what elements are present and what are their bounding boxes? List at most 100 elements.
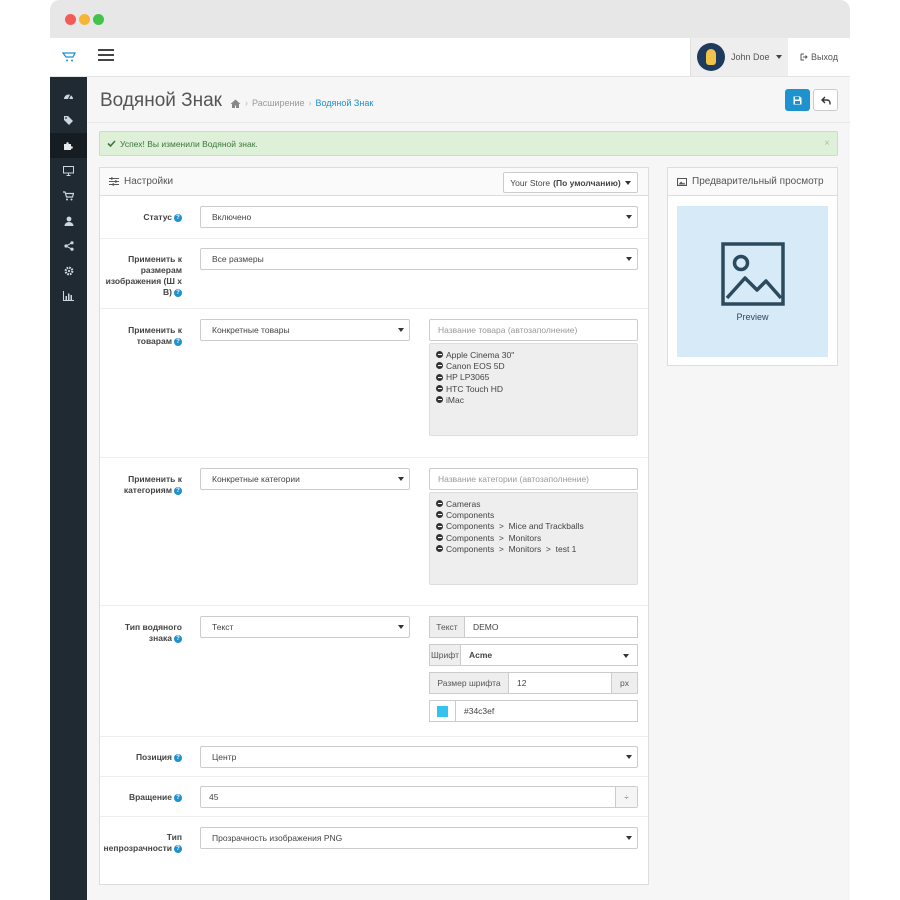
dashboard-icon (64, 94, 73, 100)
store-default: (По умолчанию) (553, 177, 621, 188)
floppy-icon (793, 96, 802, 104)
categories-label: Применить к категориям? (100, 474, 182, 496)
sidebar-item-reports[interactable] (50, 283, 87, 308)
help-icon[interactable]: ? (174, 634, 182, 643)
help-icon[interactable]: ? (174, 844, 182, 853)
remove-icon[interactable] (436, 385, 443, 393)
watermark-type-label: Тип водяного знака? (100, 622, 182, 644)
list-item: Cameras (436, 498, 631, 509)
list-item: Components > Mice and Trackballs (436, 521, 631, 532)
remove-icon[interactable] (436, 511, 443, 519)
remove-icon[interactable] (436, 500, 443, 508)
remove-icon[interactable] (436, 545, 443, 553)
products-mode-select[interactable]: Конкретные товары (200, 319, 410, 341)
help-icon[interactable]: ? (174, 337, 182, 346)
sizes-value: Все размеры (212, 254, 264, 264)
rotation-value: 45 (209, 792, 219, 802)
breadcrumb-separator: › (245, 98, 248, 108)
color-swatch[interactable] (429, 700, 456, 722)
watermark-type-value: Текст (212, 622, 234, 632)
back-button[interactable] (813, 89, 838, 111)
sidebar-item-customers[interactable] (50, 208, 87, 233)
store-selector[interactable]: Your Store (По умолчанию) (503, 172, 638, 193)
preview-title: Предварительный просмотр (692, 176, 824, 187)
list-item: HTC Touch HD (436, 383, 631, 394)
product-autocomplete-input[interactable]: Название товара (автозаполнение) (429, 319, 638, 341)
save-button[interactable] (785, 89, 810, 111)
remove-icon[interactable] (436, 351, 443, 359)
sidebar-item-extensions[interactable] (50, 133, 87, 158)
sidebar (50, 77, 87, 900)
browser-window: John Doe Выход Водяной Знак › Расширение… (50, 0, 850, 900)
categories-mode-select[interactable]: Конкретные категории (200, 468, 410, 490)
list-item: HP LP3065 (436, 372, 631, 383)
remove-icon[interactable] (436, 362, 443, 370)
settings-panel-header: Настройки Your Store (По умолчанию) (100, 168, 648, 196)
breadcrumb-separator: › (308, 98, 312, 108)
sidebar-item-dashboard[interactable] (50, 83, 87, 108)
sidebar-item-catalog[interactable] (50, 108, 87, 133)
category-autocomplete-input[interactable]: Название категории (автозаполнение) (429, 468, 638, 490)
remove-icon[interactable] (436, 534, 443, 542)
user-menu[interactable]: John Doe (690, 38, 788, 76)
home-icon[interactable] (230, 99, 241, 108)
status-select[interactable]: Включено (200, 206, 638, 228)
font-addon: Шрифт (429, 644, 461, 666)
tags-icon (64, 116, 73, 125)
remove-icon[interactable] (436, 373, 443, 381)
sidebar-item-system[interactable] (50, 258, 87, 283)
opacity-select[interactable]: Прозрачность изображения PNG (200, 827, 638, 849)
font-size-input[interactable]: 12 (508, 672, 612, 694)
logout-link[interactable]: Выход (788, 38, 850, 76)
opacity-value: Прозрачность изображения PNG (212, 833, 343, 843)
page-title: Водяной Знак (100, 90, 222, 111)
help-icon[interactable]: ? (174, 213, 182, 222)
rotation-row: Вращение? 45 ÷ (100, 777, 648, 817)
caret-down-icon (775, 55, 782, 59)
help-icon[interactable]: ? (174, 288, 182, 297)
user-name: John Doe (731, 52, 770, 62)
bar-chart-icon (63, 290, 74, 301)
position-label-text: Позиция (135, 752, 172, 762)
list-item-label: Canon EOS 5D (446, 360, 505, 371)
user-icon (64, 216, 73, 226)
text-addon: Текст (429, 616, 465, 638)
check-icon (107, 140, 116, 147)
help-icon[interactable]: ? (174, 486, 182, 495)
position-label: Позиция? (100, 752, 182, 763)
help-icon[interactable]: ? (174, 793, 182, 802)
opacity-row: Тип непрозрачности? Прозрачность изображ… (100, 817, 648, 867)
breadcrumb-item-current[interactable]: Водяной Знак (315, 98, 373, 108)
alert-close-button[interactable]: × (824, 138, 830, 149)
sidebar-item-sales[interactable] (50, 183, 87, 208)
status-label: Статус? (100, 212, 182, 223)
products-row: Применить к товарам? Конкретные товары Н… (100, 309, 648, 458)
font-select[interactable]: Acme (460, 644, 638, 666)
rotation-input[interactable]: 45 ÷ (200, 786, 638, 808)
watermark-text-input[interactable]: DEMO (464, 616, 638, 638)
color-input[interactable]: #34c3ef (455, 700, 638, 722)
cart-logo-icon[interactable] (50, 38, 87, 76)
position-select[interactable]: Центр (200, 746, 638, 768)
breadcrumb-item[interactable]: Расширение (252, 98, 304, 108)
picture-placeholder-icon (720, 241, 785, 306)
remove-icon[interactable] (436, 396, 443, 404)
sidebar-item-design[interactable] (50, 158, 87, 183)
rotation-spinner[interactable]: ÷ (615, 787, 637, 807)
maximize-window-button[interactable] (93, 14, 104, 25)
remove-icon[interactable] (436, 522, 443, 530)
sizes-select[interactable]: Все размеры (200, 248, 638, 270)
caret-down-icon (624, 180, 631, 185)
opacity-label-text: Тип непрозрачности (103, 832, 182, 853)
sidebar-item-marketing[interactable] (50, 233, 87, 258)
product-list: Apple Cinema 30" Canon EOS 5D HP LP3065 … (429, 343, 638, 436)
sign-out-icon (800, 53, 808, 61)
close-window-button[interactable] (65, 14, 76, 25)
font-size-addon: Размер шрифта (429, 672, 509, 694)
menu-toggle-icon[interactable] (98, 49, 114, 65)
watermark-type-select[interactable]: Текст (200, 616, 410, 638)
minimize-window-button[interactable] (79, 14, 90, 25)
help-icon[interactable]: ? (174, 753, 182, 762)
categories-mode-value: Конкретные категории (212, 474, 300, 484)
preview-panel: Предварительный просмотр Preview (667, 167, 838, 366)
